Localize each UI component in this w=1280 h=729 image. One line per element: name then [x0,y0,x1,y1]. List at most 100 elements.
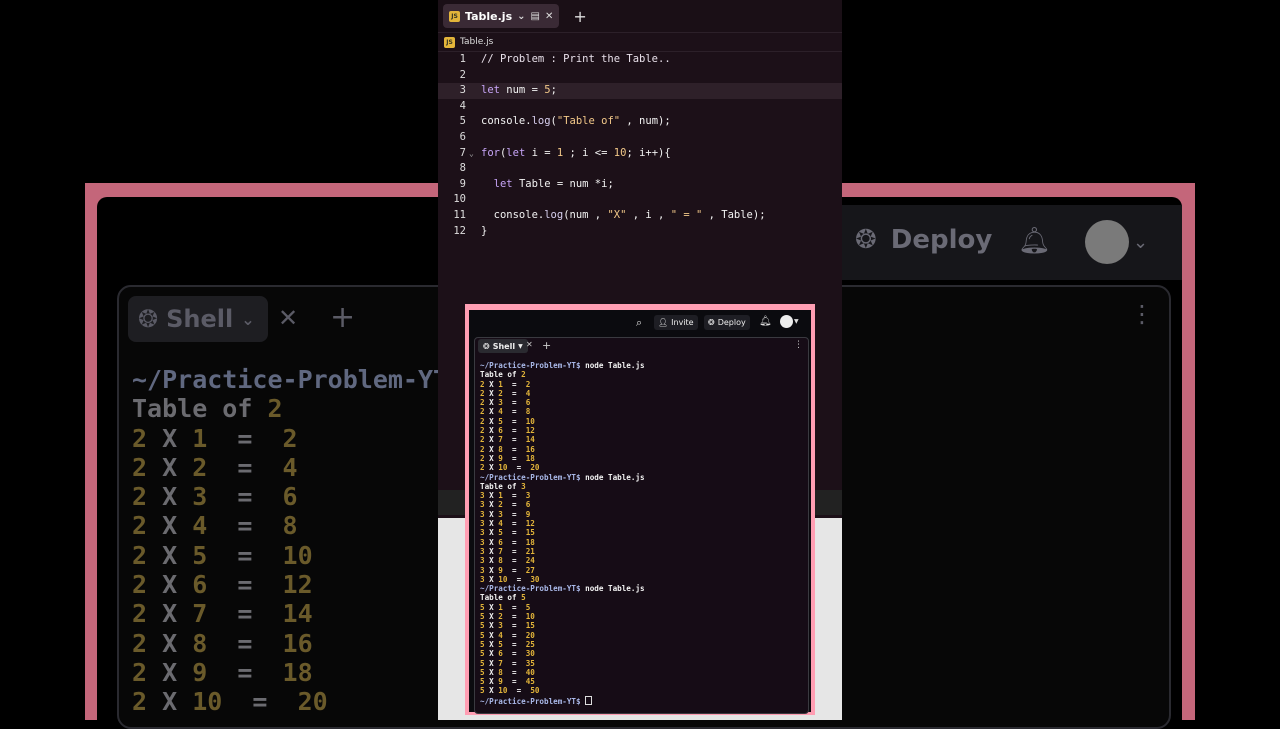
times-sign: X [484,677,499,687]
equals-sign: = [502,426,526,436]
equals-sign: = [502,416,526,426]
background-line: 2 X 4 = 8 [132,511,448,540]
times-sign: X [484,658,499,668]
split-view-icon[interactable]: ▤ [531,11,540,22]
add-tab-button[interactable]: + [573,7,586,26]
code-text[interactable]: let Table = num *i; [481,177,614,193]
times-sign: X [484,416,499,426]
command: node Table.js [580,361,645,370]
chevron-down-icon[interactable]: ⌄ [517,11,525,22]
bell-icon[interactable]: 🔔︎ [759,316,772,327]
js-file-icon: JS [444,36,455,48]
equals-sign: = [507,463,531,473]
background-line: 2 X 3 = 6 [132,482,448,511]
close-icon[interactable]: ✕ [526,340,533,349]
invite-button[interactable]: 👤︎ Invite [654,315,698,330]
cursor[interactable] [585,695,593,705]
background-line: 2 X 10 = 20 [132,687,448,716]
times-sign: X [484,667,499,677]
avatar[interactable] [780,315,793,328]
more-vertical-icon[interactable]: ⋮ [794,340,803,350]
background-multiplier: 6 [192,570,208,600]
times-sign: X [484,453,499,463]
code-line[interactable]: 6 [438,130,842,146]
tab-table-js[interactable]: JS Table.js ⌄ ▤ ✕ [443,4,560,28]
terminal-output[interactable]: ~/Practice-Problem-YT$ node Table.js Tabl… [480,361,800,711]
fold-chevron-icon[interactable]: ⌄ [469,146,474,162]
close-icon[interactable]: ✕ [545,11,553,22]
background-equals: = [222,687,298,717]
line-number: 12 [453,224,466,237]
line-number: 2 [459,68,466,81]
code-text[interactable]: } [481,224,487,240]
background-times: X [147,628,193,658]
background-multiplier: 1 [192,423,208,453]
times-sign: X [484,546,499,556]
code-line[interactable]: 2 [438,68,842,84]
background-multiplicand: 2 [132,423,148,453]
terminal-output-line: 3 X 4 = 12 [480,519,800,528]
terminal-output-line: 3 X 1 = 3 [480,491,800,500]
times-sign: X [484,519,499,529]
equals-sign: = [502,444,526,454]
terminal-prompt-line: ~/Practice-Problem-YT$ [480,695,800,706]
js-file-icon: JS [449,10,460,22]
product: 16 [525,444,535,454]
equals-sign: = [502,602,526,612]
tab-shell[interactable]: ❂ Shell ▼ [478,339,528,353]
product: 20 [530,463,540,473]
code-text[interactable]: let num = 5; [481,83,557,99]
product: 5 [525,602,531,612]
background-multiplier: 10 [192,687,223,717]
code-line[interactable]: 11 console.log(num , "X" , i , " = " , T… [438,208,842,224]
background-multiplicand: 2 [132,570,148,600]
equals-sign: = [502,667,526,677]
background-multiplicand: 2 [132,511,148,541]
code-line[interactable]: 5 console.log("Table of" , num); [438,114,842,130]
code-line[interactable]: 4 [438,99,842,115]
code-area[interactable]: 1 // Problem : Print the Table.. 2 3 let num… [438,52,842,239]
times-sign: X [484,463,499,473]
code-line[interactable]: 10 [438,192,842,208]
background-label: Table of [132,394,268,424]
product: 30 [530,574,540,584]
deploy-button[interactable]: ❂ Deploy [704,315,750,330]
equals-sign: = [502,407,526,417]
breadcrumb-file[interactable]: Table.js [460,37,493,47]
code-line[interactable]: 3 let num = 5; [438,83,842,99]
background-multiplicand: 2 [132,540,148,570]
background-times: X [147,657,193,687]
product: 15 [525,621,535,631]
code-line[interactable]: 12} [438,224,842,240]
chevron-down-icon[interactable]: ▼ [794,318,799,325]
background-multiplier: 8 [192,628,208,658]
code-text[interactable]: console.log("Table of" , num); [481,114,671,130]
prompt: ~/Practice-Problem-YT$ [480,696,581,706]
terminal-output-line: 2 X 9 = 18 [480,454,800,463]
equals-sign: = [502,435,526,445]
terminal-output-line: 5 X 3 = 15 [480,621,800,630]
code-line[interactable]: 9 let Table = num *i; [438,177,842,193]
background-product: 14 [282,599,313,629]
add-tab-button[interactable]: + [542,339,551,352]
terminal-output-line: 2 X 6 = 12 [480,426,800,435]
background-multiplicand: 2 [132,482,148,512]
terminal-output-line: 3 X 6 = 18 [480,538,800,547]
output-label: Table of [480,593,522,603]
background-deploy: ❂ Deploy [855,225,992,255]
code-text[interactable]: console.log(num , "X" , i , " = " , Tabl… [481,208,766,224]
code-line[interactable]: 8 [438,161,842,177]
background-line: 2 X 6 = 12 [132,570,448,599]
product: 20 [525,630,535,640]
product: 6 [525,398,531,408]
chevron-down-icon[interactable]: ▼ [518,343,523,350]
command: node Table.js [580,584,645,594]
equals-sign: = [502,556,526,566]
search-icon[interactable]: ⌕ [636,316,642,330]
code-text[interactable]: // Problem : Print the Table.. [481,52,671,68]
prompt: ~/Practice-Problem-YT$ [480,584,581,594]
equals-sign: = [502,621,526,631]
code-line[interactable]: 7 ⌄ for(let i = 1 ; i <= 10; i++){ [438,146,842,162]
code-text[interactable]: for(let i = 1 ; i <= 10; i++){ [481,146,671,162]
code-line[interactable]: 1 // Problem : Print the Table.. [438,52,842,68]
